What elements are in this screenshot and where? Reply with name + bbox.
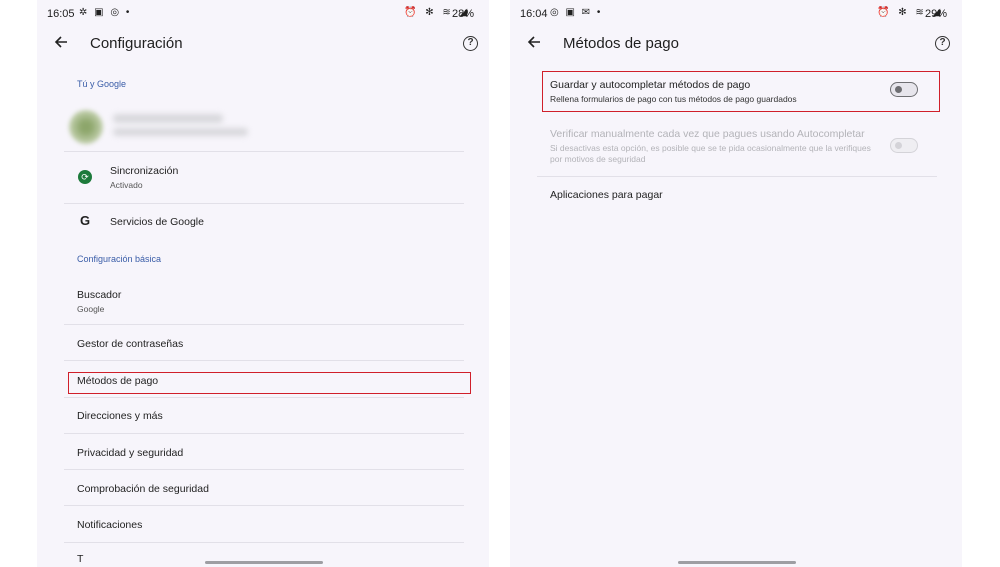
search-engine-title: Buscador [77,289,122,301]
toggle-knob [895,142,902,149]
page-title: Métodos de pago [563,35,679,52]
verify-title: Verificar manualmente cada vez que pague… [550,128,865,140]
addresses-row[interactable]: Direcciones y más [77,410,477,422]
page-title: Configuración [90,35,183,52]
sync-icon: ⟳ [78,170,92,184]
app-bar: Configuración ? [37,28,489,62]
passwords-row[interactable]: Gestor de contraseñas [77,338,477,350]
status-time: 16:05 [47,8,75,20]
help-icon[interactable]: ? [463,36,478,51]
safety-check-title: Comprobación de seguridad [77,483,209,495]
divider [64,203,464,204]
divider [64,542,464,543]
safety-check-row[interactable]: Comprobación de seguridad [77,483,477,495]
status-bar: 16:05 ✲ ▣ ◎ • ⏰ ✻ ≋ ◢ 28% [37,0,489,28]
google-services-text: Servicios de Google [110,216,489,228]
section-header-you-google: Tú y Google [77,79,127,89]
sync-status: Activado [110,180,143,190]
verify-text: Verificar manualmente cada vez que pague… [550,128,885,165]
divider [64,469,464,470]
divider [64,360,464,361]
home-indicator[interactable] [205,561,323,564]
sync-title: Sincronización [110,165,179,177]
battery-level: 28% [452,8,475,20]
divider [64,324,464,325]
notification-icons: ✲ ▣ ◎ • [79,7,132,18]
addresses-title: Direcciones y más [77,410,163,422]
divider [64,433,464,434]
payment-methods-screen: 16:04 ◎ ▣ ✉ • ⏰ ✻ ≋ ◢ 29% Métodos de pag… [510,0,962,567]
notifications-row[interactable]: Notificaciones [77,519,477,531]
app-bar: Métodos de pago ? [510,28,962,62]
verify-subtitle: Si desactivas esta opción, es posible qu… [550,143,871,164]
account-name-blurred [113,114,223,123]
divider [64,151,464,152]
sync-text: Sincronización Activado [110,165,489,190]
status-bar: 16:04 ◎ ▣ ✉ • ⏰ ✻ ≋ ◢ 29% [510,0,962,28]
highlight-box [542,71,940,112]
divider [64,505,464,506]
verify-toggle [890,138,918,153]
back-arrow-icon[interactable] [525,33,543,51]
home-indicator[interactable] [678,561,796,564]
google-services-title: Servicios de Google [110,216,204,228]
notifications-title: Notificaciones [77,519,143,531]
status-time: 16:04 [520,8,548,20]
payment-apps-row[interactable]: Aplicaciones para pagar [550,189,950,201]
notification-icons: ◎ ▣ ✉ • [550,7,603,18]
search-engine-value: Google [77,304,105,314]
account-avatar [69,110,103,144]
passwords-title: Gestor de contraseñas [77,338,184,350]
account-email-blurred [113,128,248,136]
section-header-basic: Configuración básica [77,254,162,264]
privacy-row[interactable]: Privacidad y seguridad [77,447,477,459]
back-arrow-icon[interactable] [52,33,70,51]
search-engine-row[interactable]: Buscador Google [77,289,477,314]
battery-level: 29% [925,8,948,20]
divider [537,176,937,177]
divider [64,397,464,398]
settings-screen: 16:05 ✲ ▣ ◎ • ⏰ ✻ ≋ ◢ 28% Configuración … [37,0,489,567]
privacy-title: Privacidad y seguridad [77,447,184,459]
payment-apps-title: Aplicaciones para pagar [550,189,663,201]
highlight-box [68,372,471,394]
google-g-icon: G [80,213,91,228]
help-icon[interactable]: ? [935,36,950,51]
